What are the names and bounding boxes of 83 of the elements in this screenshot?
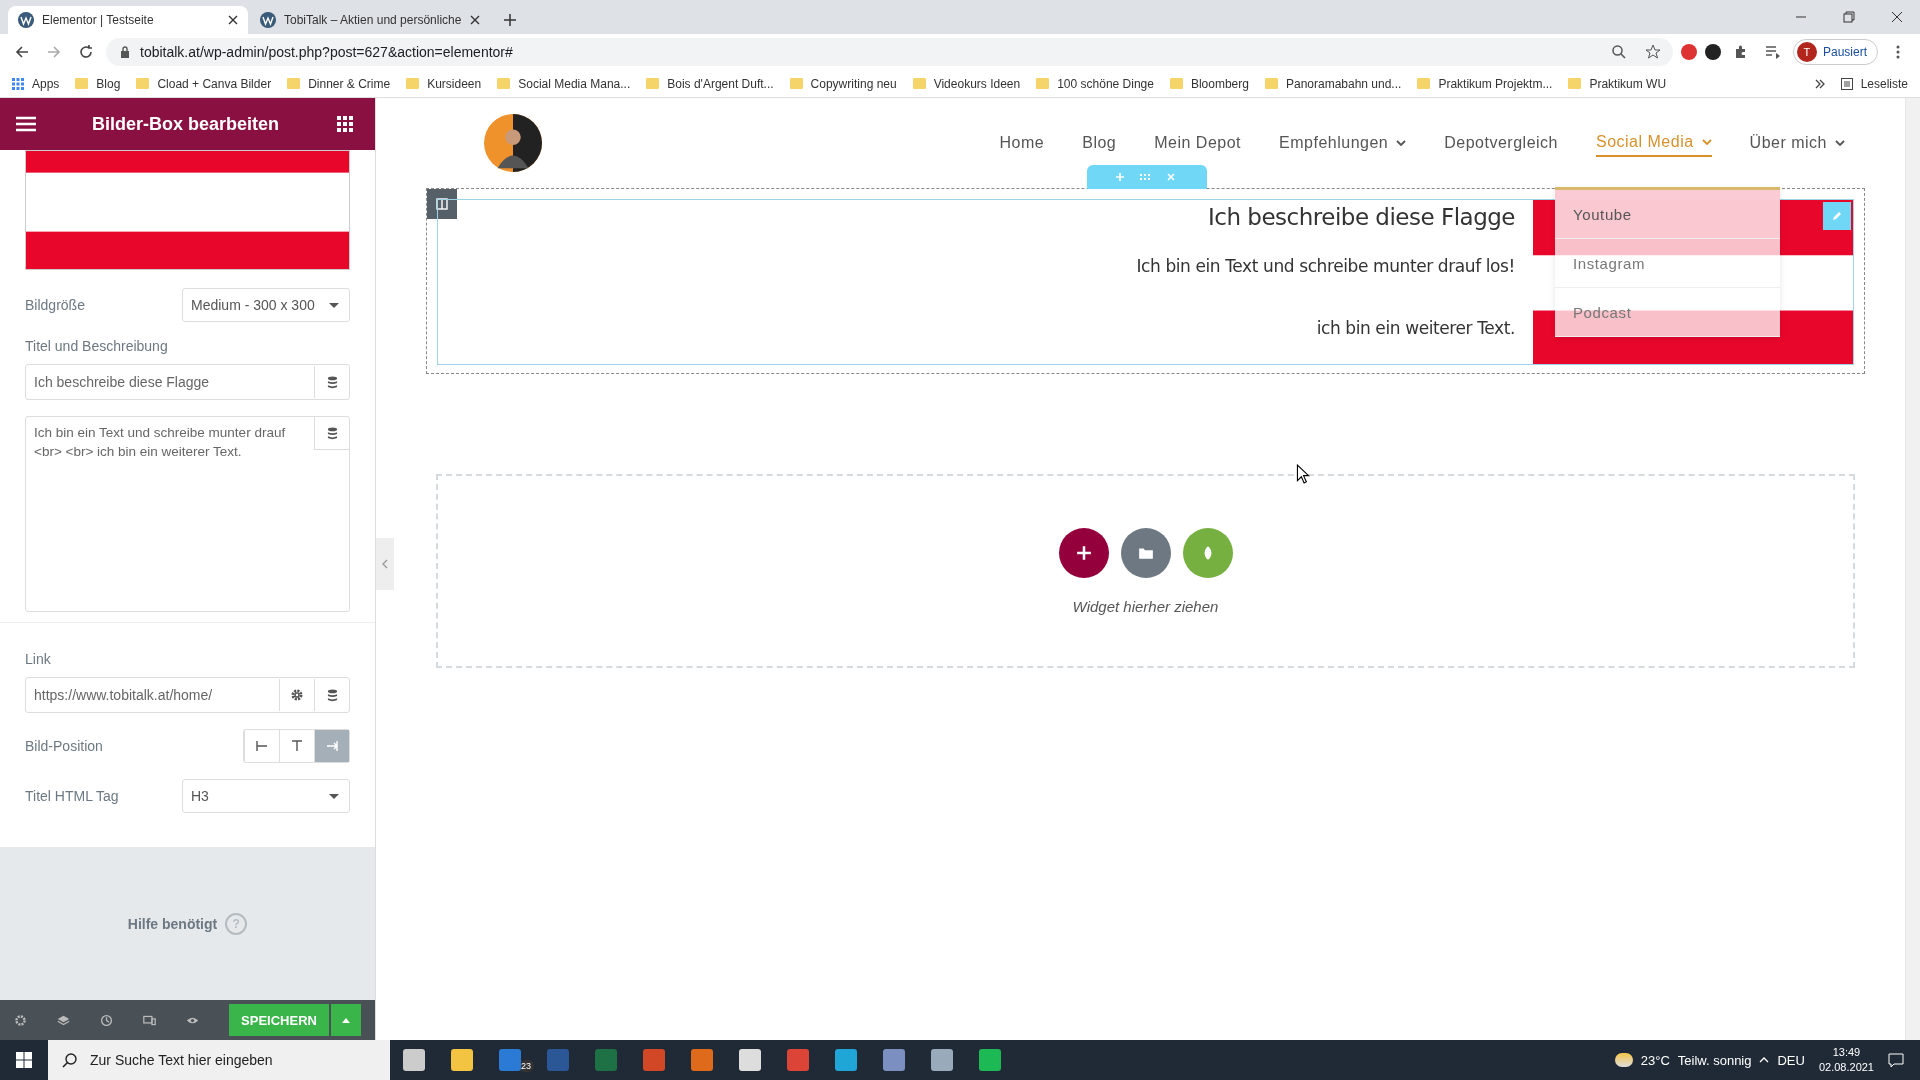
back-icon[interactable] [14, 44, 30, 60]
section-handle[interactable] [1087, 165, 1207, 189]
dropdown-icon [329, 793, 339, 799]
bookmark[interactable]: Copywriting neu [789, 76, 897, 91]
drop-hint: Widget hierher ziehen [1072, 597, 1219, 615]
forward-icon[interactable] [46, 44, 62, 60]
new-tab-icon[interactable] [504, 14, 516, 26]
bookmark[interactable]: Praktikum WU [1568, 76, 1667, 91]
description-field[interactable]: Ich bin ein Text und schreibe munter drauf <br> <br> ich bin ein weiterer Text. [25, 416, 350, 612]
zoom-icon[interactable] [1610, 44, 1627, 60]
browser-tab[interactable]: Elementor | Testseite [8, 6, 248, 34]
column-handle-icon[interactable] [427, 189, 457, 219]
playlist-icon[interactable] [1764, 44, 1781, 60]
language-indicator[interactable]: DEU [1777, 1052, 1805, 1068]
history-icon[interactable] [100, 1012, 113, 1028]
chevron-up-icon[interactable] [1759, 1057, 1770, 1063]
nav-link[interactable]: Über mich [1749, 129, 1845, 157]
submenu-item[interactable]: Youtube [1555, 190, 1780, 239]
reading-list[interactable]: Leseliste [1840, 76, 1908, 91]
database-icon[interactable] [314, 417, 349, 450]
bookmark[interactable]: Kursideen [406, 76, 482, 91]
nav-link[interactable]: Depotvergleich [1444, 129, 1558, 157]
field-label: Link [25, 651, 52, 667]
close-icon[interactable] [1891, 11, 1903, 23]
reload-icon[interactable] [78, 44, 94, 60]
bookmark[interactable]: Cload + Canva Bilder [136, 76, 272, 91]
apps-icon [12, 77, 24, 90]
submenu-item[interactable]: Instagram [1555, 239, 1780, 288]
star-icon[interactable] [1644, 44, 1661, 60]
bookmark[interactable]: Videokurs Ideen [912, 76, 1021, 91]
bookmark[interactable]: Bloomberg [1169, 76, 1249, 91]
box-text: ich bin ein weiterer Text. [1315, 318, 1515, 338]
bookmark[interactable]: Blog [75, 76, 121, 91]
search-icon [62, 1052, 78, 1068]
section-label: Titel und Beschreibung [25, 338, 169, 354]
field-label: Titel HTML Tag [25, 788, 119, 804]
temperature: 23°C [1640, 1052, 1670, 1068]
plus-icon [1075, 544, 1092, 561]
bookmark[interactable]: Bois d'Argent Duft... [646, 76, 774, 91]
avatar-icon [484, 114, 542, 172]
scrollbar[interactable] [1905, 98, 1920, 1040]
clock[interactable]: 13:49 02.08.2021 [1818, 1045, 1874, 1075]
cursor-icon [1296, 464, 1310, 484]
bookmark[interactable]: Praktikum Projektm... [1417, 76, 1553, 91]
link-field[interactable]: https://www.tobitalk.at/home/ [25, 677, 350, 713]
more-bookmarks-icon[interactable] [1814, 78, 1825, 89]
browser-tab[interactable]: TobiTalk – Aktien und persönliche [250, 6, 490, 34]
nav-link[interactable]: Empfehlungen [1279, 129, 1407, 157]
search-field[interactable]: Zur Suche Text hier eingeben [48, 1040, 390, 1080]
bookmark[interactable]: 100 schöne Dinge [1036, 76, 1154, 91]
avatar-icon: T [1796, 42, 1817, 62]
panel-title: Bilder-Box bearbeiten [90, 113, 280, 135]
bookmark[interactable]: Panoramabahn und... [1264, 76, 1402, 91]
close-icon[interactable] [228, 15, 238, 25]
dropdown-icon [329, 302, 339, 308]
box-title: Ich beschreibe diese Flagge [1207, 204, 1515, 230]
help-link[interactable]: Hilfe benötigt [127, 915, 218, 932]
settings-icon[interactable] [14, 1012, 27, 1028]
title-field[interactable]: Ich beschreibe diese Flagge [25, 364, 350, 400]
notification-icon[interactable] [1888, 1052, 1904, 1068]
menu-icon[interactable] [16, 116, 36, 132]
restore-icon[interactable] [1843, 11, 1855, 23]
field-label: Bild-Position [25, 738, 103, 754]
nav-link[interactable]: Home [999, 129, 1045, 157]
collapse-handle[interactable] [376, 538, 394, 590]
wordpress-icon [18, 12, 34, 28]
windows-icon[interactable] [16, 1052, 32, 1068]
lock-icon [120, 46, 130, 58]
grid-icon[interactable] [335, 116, 355, 132]
image-size-select[interactable]: Medium - 300 x 300 [182, 288, 350, 322]
nav-link[interactable]: Mein Depot [1154, 129, 1242, 157]
close-icon[interactable] [470, 15, 480, 25]
bookmark[interactable]: Dinner & Crime [287, 76, 391, 91]
address-bar[interactable]: tobitalk.at/wp-admin/post.php?post=627&action=elementor# [106, 38, 1673, 66]
field-label: Bildgröße [25, 297, 85, 313]
box-text: Ich bin ein Text und schreibe munter drauf los! [1135, 256, 1515, 276]
bookmark[interactable]: Apps [12, 76, 60, 91]
html-tag-select[interactable]: H3 [182, 779, 350, 813]
weather-text: Teilw. sonnig [1677, 1052, 1752, 1068]
bookmark[interactable]: Social Media Mana... [497, 76, 631, 91]
wordpress-icon [260, 12, 276, 28]
list-icon [1840, 77, 1853, 90]
nav-link[interactable]: Blog [1082, 129, 1117, 157]
